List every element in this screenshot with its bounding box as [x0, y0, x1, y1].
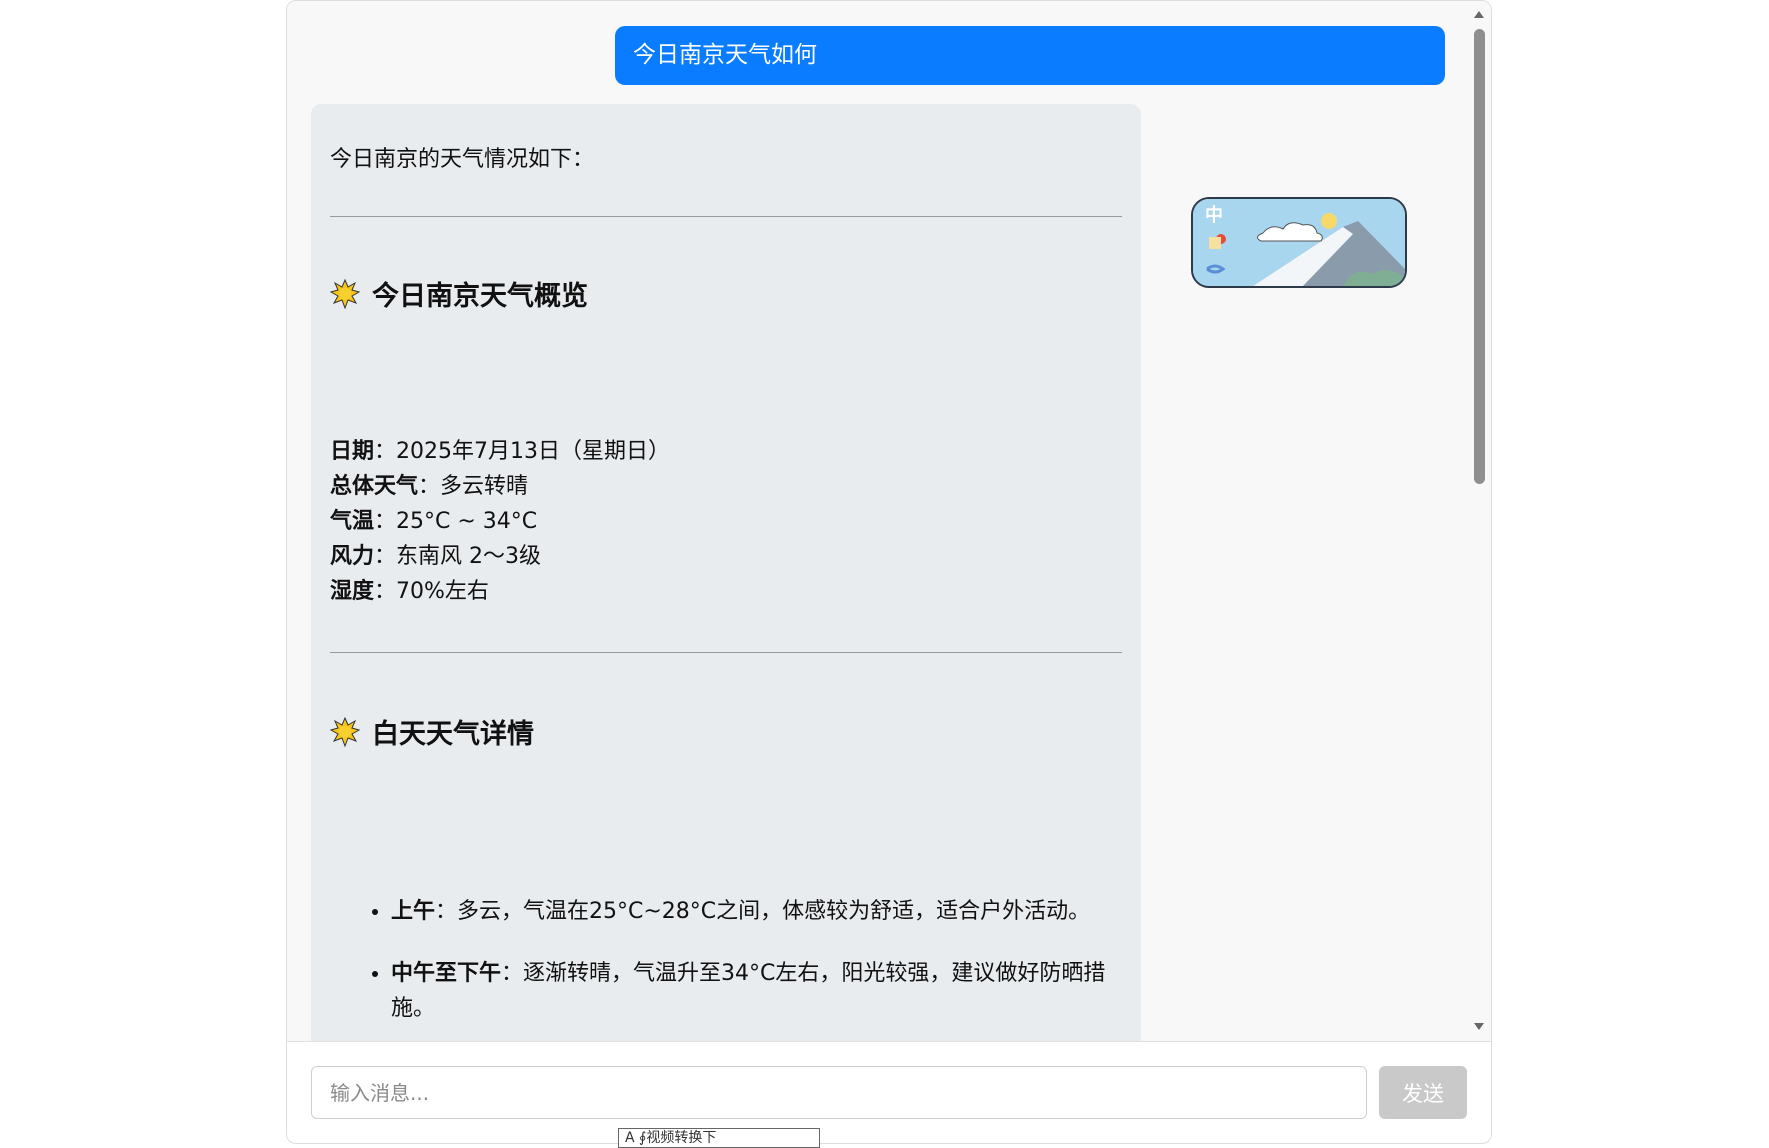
divider — [330, 652, 1122, 653]
list-item: 上午：多云，气温在25°C~28°C之间，体感较为舒适，适合户外活动。 — [391, 894, 1136, 929]
section-title-daytime: 白天天气详情 — [372, 719, 534, 750]
scroll-down-icon[interactable] — [1474, 1023, 1484, 1030]
list-item: 中午至下午：逐渐转晴，气温升至34°C左右，阳光较强，建议做好防晒措施。 — [391, 956, 1136, 1026]
daytime-details-list: 上午：多云，气温在25°C~28°C之间，体感较为舒适，适合户外活动。 中午至下… — [371, 894, 1136, 1041]
section-heading-overview: 今日南京天气概览 — [330, 274, 588, 313]
scroll-up-icon[interactable] — [1474, 11, 1484, 18]
section-title-overview: 今日南京天气概览 — [372, 281, 588, 312]
fact-overall: 总体天气：多云转晴 — [330, 474, 529, 499]
section-heading-daytime: 白天天气详情 — [330, 712, 534, 751]
message-list[interactable]: 今日南京天气如何 今日南京的天气情况如下： 今日南京天气概览 日期：2025年7… — [287, 1, 1491, 1041]
scrollbar-thumb[interactable] — [1474, 29, 1485, 484]
user-message-text: 今日南京天气如何 — [633, 42, 817, 68]
floating-tooltip: A ∮视频转换下 — [618, 1128, 820, 1148]
sun-icon — [330, 278, 360, 309]
fact-temperature: 气温：25°C ~ 34°C — [330, 509, 538, 534]
bot-message-bubble: 今日南京的天气情况如下： 今日南京天气概览 日期：2025年7月13日（星期日）… — [311, 104, 1141, 1041]
sign-text: 中 — [1205, 204, 1223, 226]
send-button[interactable]: 发送 — [1379, 1066, 1467, 1119]
fact-humidity: 湿度：70%左右 — [330, 579, 489, 604]
fact-date: 日期：2025年7月13日（星期日） — [330, 439, 670, 464]
chat-window: 今日南京天气如何 今日南京的天气情况如下： 今日南京天气概览 日期：2025年7… — [286, 0, 1492, 1144]
messages-scrollbar[interactable] — [1469, 1, 1491, 1041]
weather-facts: 日期：2025年7月13日（星期日） 总体天气：多云转晴 气温：25°C ~ 3… — [330, 434, 670, 609]
message-input[interactable] — [311, 1066, 1367, 1119]
input-bar: 发送 — [287, 1041, 1491, 1142]
bot-intro-text: 今日南京的天气情况如下： — [330, 147, 595, 172]
sun-icon — [330, 716, 360, 747]
weather-illustration[interactable]: 中 — [1191, 197, 1407, 288]
fact-wind: 风力：东南风 2～3级 — [330, 544, 542, 569]
user-message-bubble: 今日南京天气如何 — [615, 26, 1445, 85]
mountain-cloud-image: 中 — [1193, 199, 1405, 286]
divider — [330, 216, 1122, 217]
